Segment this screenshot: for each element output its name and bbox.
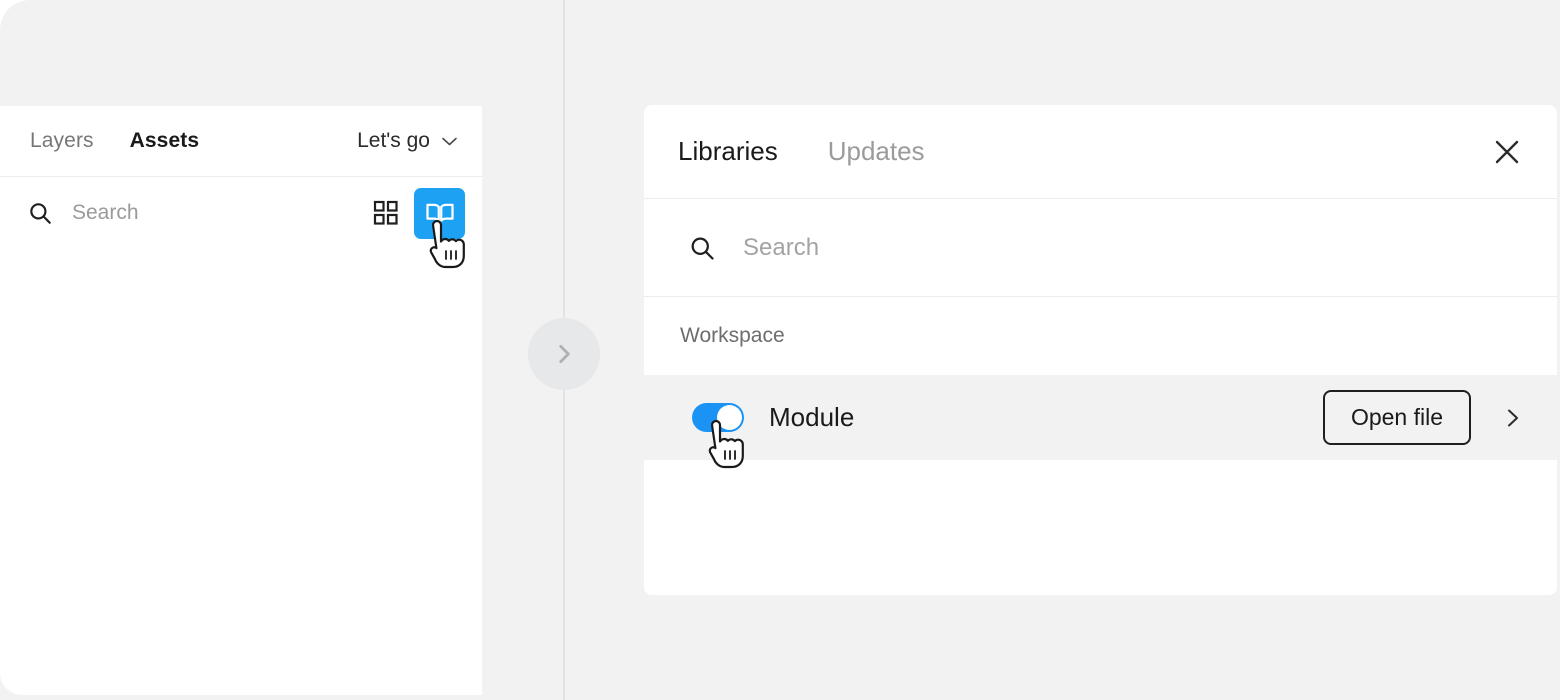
workspace-dropdown-label: Let's go — [357, 129, 430, 152]
library-book-icon[interactable] — [414, 187, 465, 239]
left-panel-view-toggles — [371, 177, 465, 249]
tab-updates[interactable]: Updates — [828, 136, 925, 167]
chevron-right-icon — [551, 341, 577, 367]
search-input[interactable]: Search — [72, 201, 139, 225]
left-panel: Layers Assets Let's go Search — [0, 106, 482, 695]
library-row-module[interactable]: Module Open file — [644, 375, 1557, 460]
library-name: Module — [769, 402, 855, 432]
workspace-dropdown[interactable]: Let's go — [357, 129, 458, 153]
section-label-workspace: Workspace — [680, 324, 785, 347]
open-file-button[interactable]: Open file — [1322, 390, 1471, 445]
libraries-empty-area — [644, 460, 1557, 592]
libraries-search-row[interactable]: Search — [644, 199, 1557, 297]
panel-collapse-button[interactable] — [528, 318, 600, 390]
grid-view-icon[interactable] — [371, 198, 401, 228]
toggle-knob — [717, 405, 742, 430]
left-panel-search-row[interactable]: Search — [0, 177, 482, 249]
app-root: Layers Assets Let's go Search Libraries … — [0, 0, 1560, 700]
search-icon — [27, 200, 53, 226]
tab-assets[interactable]: Assets — [130, 129, 199, 153]
libraries-modal-header: Libraries Updates — [644, 105, 1557, 199]
libraries-search-input[interactable]: Search — [743, 234, 819, 262]
chevron-right-icon[interactable] — [1497, 403, 1527, 433]
tab-libraries[interactable]: Libraries — [678, 136, 778, 167]
chevron-down-icon — [441, 129, 458, 153]
libraries-modal: Libraries Updates Search Workspace Modul… — [644, 105, 1557, 595]
tab-layers[interactable]: Layers — [30, 129, 94, 153]
library-enable-toggle[interactable] — [692, 403, 744, 432]
left-panel-header: Layers Assets Let's go — [0, 106, 482, 177]
close-icon[interactable] — [1487, 132, 1527, 172]
search-icon — [688, 234, 716, 262]
